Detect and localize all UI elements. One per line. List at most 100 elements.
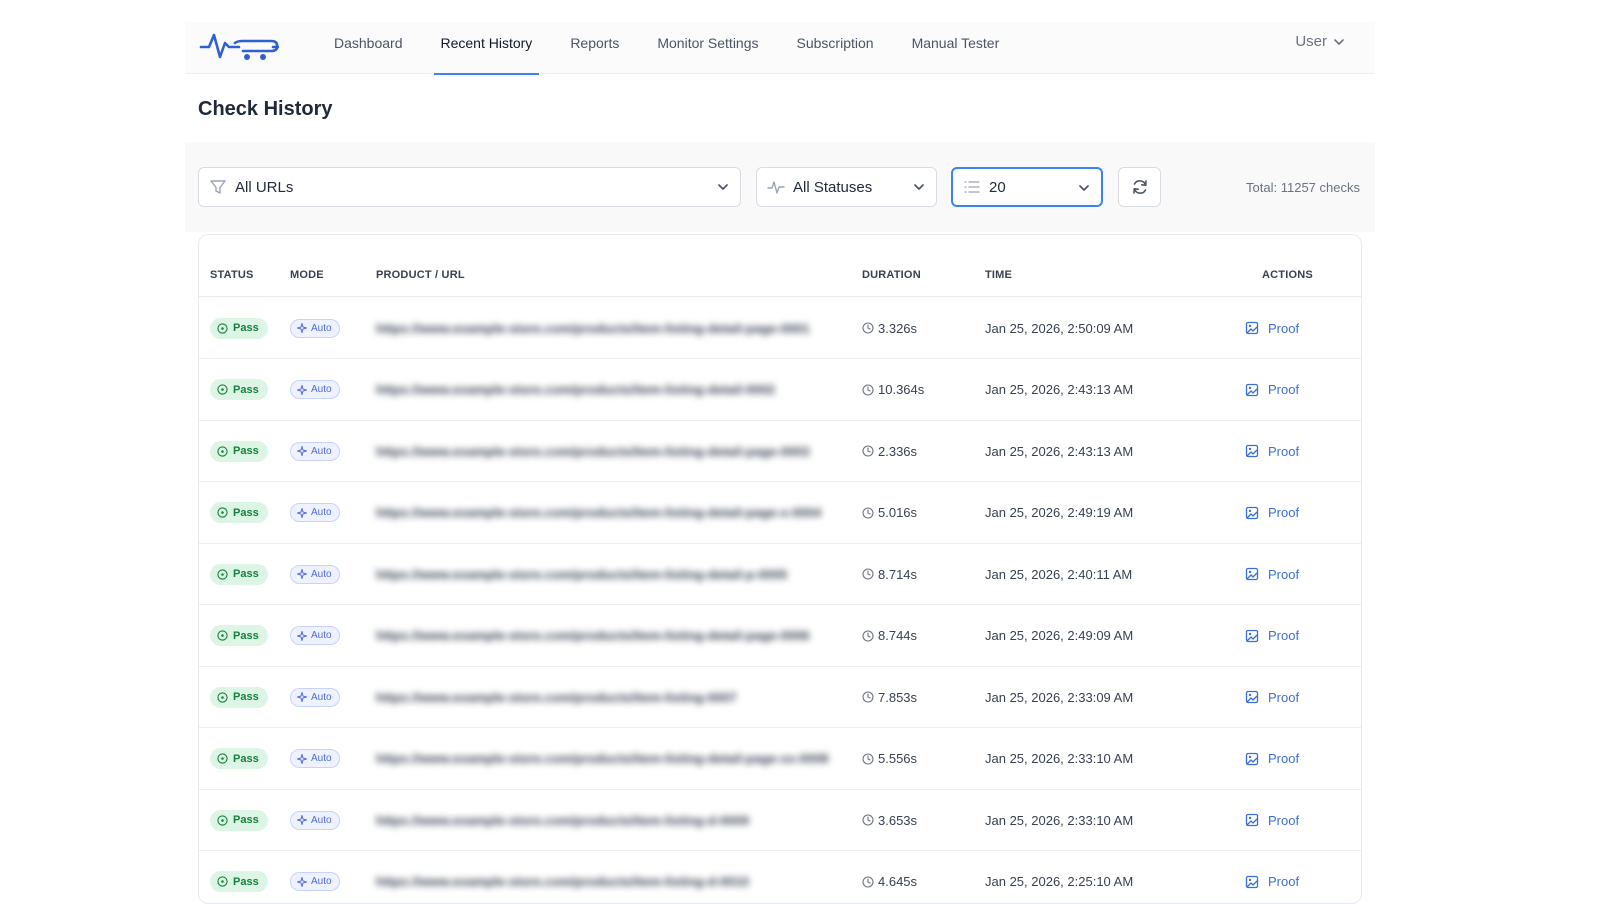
sparkle-icon xyxy=(297,323,307,333)
check-circle-icon xyxy=(217,323,228,334)
proof-button[interactable]: Proof xyxy=(1245,751,1299,766)
table-row: PassAutohttps://www.example-store.com/pr… xyxy=(199,605,1361,667)
duration-value: 3.326s xyxy=(862,321,917,336)
proof-label: Proof xyxy=(1268,751,1299,766)
duration-cell: 8.744s xyxy=(862,605,917,667)
product-url[interactable]: https://www.example-store.com/products/i… xyxy=(376,444,810,459)
proof-button[interactable]: Proof xyxy=(1245,690,1299,705)
check-time: Jan 25, 2026, 2:49:09 AM xyxy=(985,628,1133,643)
mode-badge: Auto xyxy=(290,442,340,461)
status-cell: Pass xyxy=(210,789,268,851)
page-title: Check History xyxy=(198,98,333,121)
clock-icon xyxy=(862,568,874,580)
duration-value: 2.336s xyxy=(862,444,917,459)
check-circle-icon xyxy=(217,569,228,580)
page-size-select[interactable]: 20 xyxy=(951,167,1103,207)
duration-text: 3.326s xyxy=(878,321,917,336)
check-time: Jan 25, 2026, 2:25:10 AM xyxy=(985,874,1133,889)
filter-icon xyxy=(209,178,227,196)
proof-button[interactable]: Proof xyxy=(1245,874,1299,889)
proof-button[interactable]: Proof xyxy=(1245,567,1299,582)
status-badge: Pass xyxy=(210,441,268,462)
status-badge: Pass xyxy=(210,810,268,831)
sparkle-icon xyxy=(297,692,307,702)
sparkle-icon xyxy=(297,815,307,825)
duration-text: 10.364s xyxy=(878,382,924,397)
duration-cell: 10.364s xyxy=(862,359,924,421)
clock-icon xyxy=(862,630,874,642)
image-icon xyxy=(1245,629,1259,643)
header-actions: ACTIONS xyxy=(1262,269,1313,281)
refresh-button[interactable] xyxy=(1118,167,1161,207)
mode-cell: Auto xyxy=(290,666,340,728)
table-row: Pass Auto https://www.example-store.com/pr… xyxy=(199,297,1361,359)
check-time: Jan 25, 2026, 2:43:13 AM xyxy=(985,382,1133,397)
mode-cell: Auto xyxy=(290,482,340,544)
status-label: Pass xyxy=(233,322,259,334)
proof-button[interactable]: Proof xyxy=(1245,444,1299,459)
list-icon xyxy=(963,178,981,196)
mode-badge: Auto xyxy=(290,565,340,584)
filter-bar: All URLs All Statuses 20 Total: 11257 ch… xyxy=(185,142,1375,232)
product-url[interactable]: https://www.example-store.com/products/i… xyxy=(376,628,810,643)
check-circle-icon xyxy=(217,446,228,457)
proof-button[interactable]: Proof xyxy=(1245,382,1299,397)
status-badge: Pass xyxy=(210,379,268,400)
mode-cell: Auto xyxy=(290,605,340,667)
status-label: Pass xyxy=(233,445,259,457)
clock-icon xyxy=(862,507,874,519)
sparkle-icon xyxy=(297,754,307,764)
table-row: Pass Auto https://www.example-store.com/pr… xyxy=(199,420,1361,482)
product-url[interactable]: https://www.example-store.com/products/i… xyxy=(376,874,749,889)
nav-monitor-settings[interactable]: Monitor Settings xyxy=(638,22,777,74)
product-url[interactable]: https://www.example-store.com/products/i… xyxy=(376,567,787,582)
proof-button[interactable]: Proof xyxy=(1245,813,1299,828)
duration-value: 5.016s xyxy=(862,505,917,520)
proof-button[interactable]: Proof xyxy=(1245,505,1299,520)
mode-label: Auto xyxy=(311,323,332,334)
clock-icon xyxy=(862,753,874,765)
mode-badge: Auto xyxy=(290,749,340,768)
mode-cell: Auto xyxy=(290,851,340,904)
status-label: Pass xyxy=(233,753,259,765)
mode-cell: Auto xyxy=(290,789,340,851)
product-url[interactable]: https://www.example-store.com/products/i… xyxy=(376,505,821,520)
url-cell: https://www.example-store.com/products/i… xyxy=(376,359,775,421)
duration-text: 8.714s xyxy=(878,567,917,582)
check-circle-icon xyxy=(217,384,228,395)
product-url[interactable]: https://www.example-store.com/products/i… xyxy=(376,382,775,397)
history-table: STATUS MODE PRODUCT / URL DURATION TIME … xyxy=(198,234,1362,904)
user-menu-label: User xyxy=(1295,33,1327,50)
nav-subscription[interactable]: Subscription xyxy=(778,22,893,74)
table-header: STATUS MODE PRODUCT / URL DURATION TIME … xyxy=(199,235,1361,297)
mode-badge: Auto xyxy=(290,319,340,338)
actions-cell: Proof xyxy=(1245,482,1299,544)
user-menu[interactable]: User xyxy=(1295,33,1345,50)
nav-dashboard[interactable]: Dashboard xyxy=(315,22,422,74)
mode-cell: Auto xyxy=(290,359,340,421)
time-cell: Jan 25, 2026, 2:43:13 AM xyxy=(985,420,1133,482)
url-cell: https://www.example-store.com/products/i… xyxy=(376,666,737,728)
url-cell: https://www.example-store.com/products/i… xyxy=(376,728,828,790)
nav-recent-history[interactable]: Recent History xyxy=(422,22,552,74)
url-filter-select[interactable]: All URLs xyxy=(198,167,741,207)
duration-cell: 2.336s xyxy=(862,420,917,482)
check-circle-icon xyxy=(217,876,228,887)
time-cell: Jan 25, 2026, 2:33:09 AM xyxy=(985,666,1133,728)
status-filter-select[interactable]: All Statuses xyxy=(756,167,937,207)
logo-icon[interactable] xyxy=(199,29,279,63)
table-row: PassAutohttps://www.example-store.com/pr… xyxy=(199,851,1361,904)
mode-badge: Auto xyxy=(290,503,340,522)
nav-manual-tester[interactable]: Manual Tester xyxy=(893,22,1019,74)
product-url[interactable]: https://www.example-store.com/products/i… xyxy=(376,321,810,336)
product-url[interactable]: https://www.example-store.com/products/i… xyxy=(376,813,749,828)
duration-value: 3.653s xyxy=(862,813,917,828)
duration-value: 8.714s xyxy=(862,567,917,582)
time-cell: Jan 25, 2026, 2:49:19 AM xyxy=(985,482,1133,544)
mode-label: Auto xyxy=(311,569,332,580)
nav-reports[interactable]: Reports xyxy=(551,22,638,74)
product-url[interactable]: https://www.example-store.com/products/i… xyxy=(376,751,828,766)
proof-button[interactable]: Proof xyxy=(1245,321,1299,336)
product-url[interactable]: https://www.example-store.com/products/i… xyxy=(376,690,737,705)
proof-button[interactable]: Proof xyxy=(1245,628,1299,643)
